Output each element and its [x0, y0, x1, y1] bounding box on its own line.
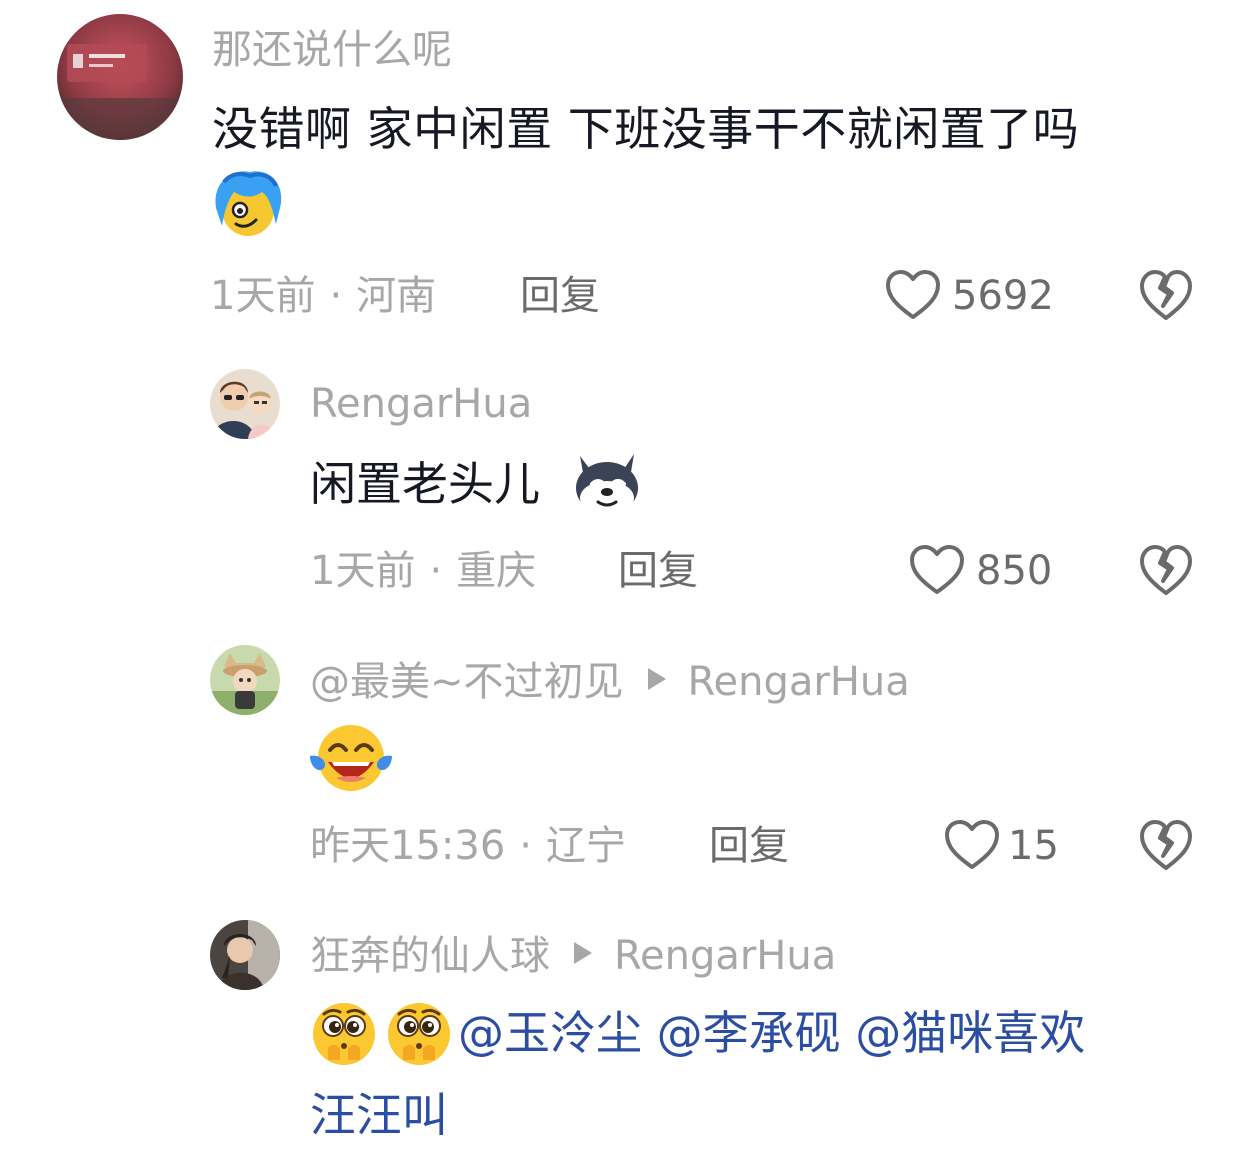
main-comment-like-count: 5692 — [952, 273, 1054, 319]
husky-dog-emoji — [570, 448, 644, 522]
play-arrow-icon — [647, 668, 666, 690]
broken-heart-icon[interactable] — [1138, 268, 1194, 322]
heart-outline-icon[interactable] — [908, 543, 966, 597]
reply-1-like-count: 850 — [976, 548, 1053, 594]
main-comment-like-button[interactable] — [884, 268, 942, 322]
comment-thread: 那还说什么呢 没错啊 家中闲置 下班没事干不就闲置了吗 1天前 · 河南 回复 56… — [0, 0, 1259, 1149]
blue-hair-smile-emoji — [210, 168, 286, 246]
reply-1-location: 重庆 — [456, 548, 537, 594]
main-comment-avatar[interactable] — [57, 14, 183, 140]
reply-1-meta: 1天前 · 重庆 — [310, 551, 536, 591]
reply-1-username[interactable]: RengarHua — [310, 384, 532, 424]
heart-outline-icon[interactable] — [884, 268, 942, 322]
broken-heart-icon[interactable] — [1138, 818, 1194, 872]
main-comment-location: 河南 — [356, 273, 437, 319]
main-comment-dislike-button[interactable] — [1138, 268, 1194, 322]
reply-1-time: 1天前 — [310, 548, 416, 594]
reply-1-avatar[interactable] — [210, 369, 280, 439]
reply-2-reply-button[interactable]: 回复 — [709, 826, 789, 866]
main-comment-reply-button[interactable]: 回复 — [520, 276, 600, 316]
reply-2-like-count: 15 — [1008, 823, 1059, 869]
reply-1-dislike-button[interactable] — [1138, 543, 1194, 597]
mention-link-3[interactable]: @猫咪喜欢 — [855, 1006, 1085, 1060]
main-comment-text: 没错啊 家中闲置 下班没事干不就闲置了吗 — [212, 102, 1080, 156]
reply-2-dislike-button[interactable] — [1138, 818, 1194, 872]
reply-2-avatar[interactable] — [210, 645, 280, 715]
pleading-emoji-1 — [308, 996, 380, 1072]
pleading-emoji-2 — [383, 996, 455, 1072]
meta-separator: · — [329, 273, 343, 319]
reply-3-avatar[interactable] — [210, 920, 280, 990]
laugh-cry-emoji — [308, 722, 394, 798]
reply-3-header: 狂奔的仙人球 RengarHua — [310, 934, 836, 976]
reply-1-like-button[interactable] — [908, 543, 966, 597]
reply-1-reply-button[interactable]: 回复 — [618, 551, 698, 591]
mention-link-1[interactable]: @玉泠尘 — [458, 1006, 642, 1060]
reply-3-mentions-line-1: @玉泠尘 @李承砚 @猫咪喜欢 — [458, 1010, 1085, 1056]
reply-2-username[interactable]: @最美~不过初见 — [310, 662, 624, 702]
meta-separator: · — [429, 548, 443, 594]
main-comment-username[interactable]: 那还说什么呢 — [212, 30, 452, 70]
reply-2-like-button[interactable] — [943, 818, 1001, 872]
reply-3-reply-to[interactable]: RengarHua — [614, 936, 836, 976]
reply-2-location: 辽宁 — [546, 823, 626, 869]
main-comment-meta: 1天前 · 河南 — [210, 276, 436, 316]
meta-separator: · — [519, 823, 532, 869]
broken-heart-icon[interactable] — [1138, 543, 1194, 597]
reply-2-time: 昨天15:36 — [310, 823, 506, 869]
reply-2-reply-to[interactable]: RengarHua — [688, 662, 910, 702]
play-arrow-icon — [574, 942, 592, 964]
reply-2-header: @最美~不过初见 RengarHua — [310, 660, 910, 702]
main-comment-time: 1天前 — [210, 273, 316, 319]
reply-3-username[interactable]: 狂奔的仙人球 — [310, 936, 550, 976]
reply-1-text: 闲置老头儿 — [310, 457, 540, 511]
mention-link-3-continuation[interactable]: 汪汪叫 — [310, 1092, 448, 1138]
heart-outline-icon[interactable] — [943, 818, 1001, 872]
mention-link-2[interactable]: @李承砚 — [657, 1006, 841, 1060]
reply-2-meta: 昨天15:36 · 辽宁 — [310, 826, 626, 866]
